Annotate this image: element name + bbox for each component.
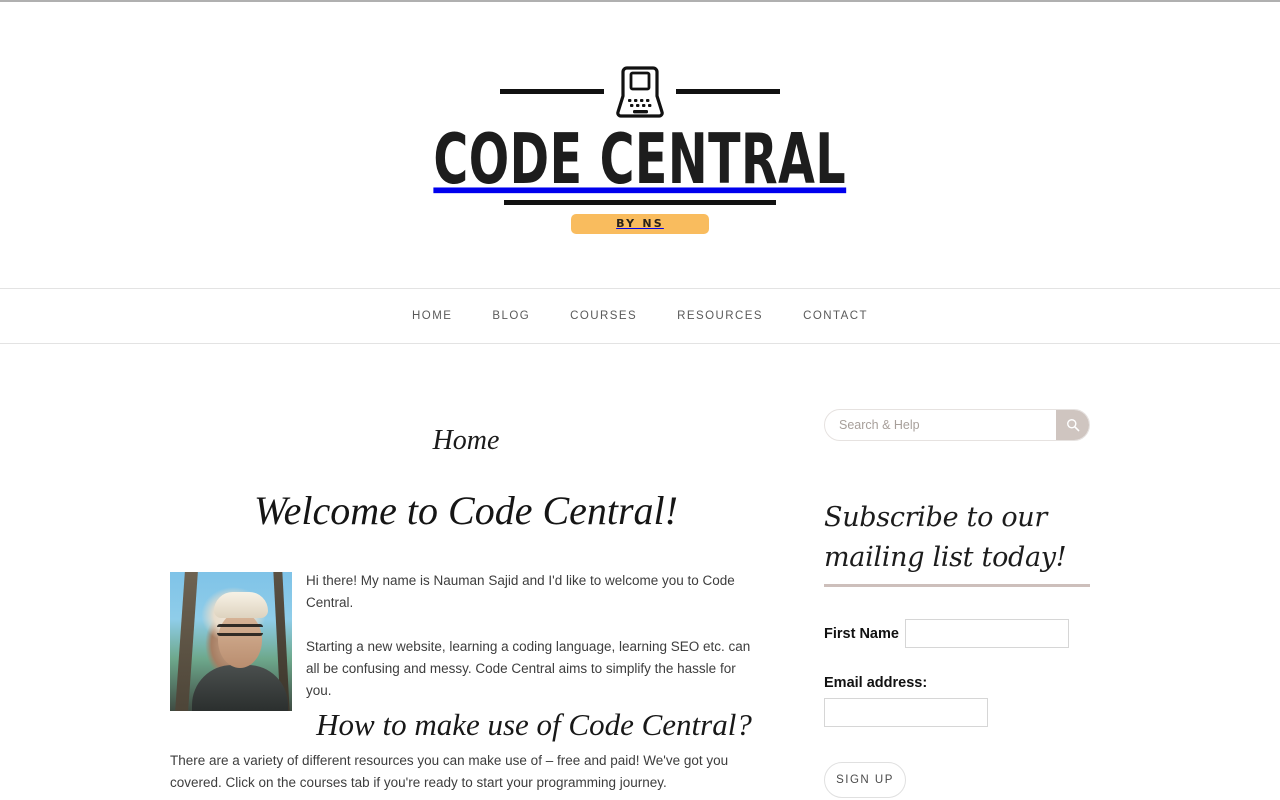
email-row: Email address:	[824, 675, 1090, 727]
search-icon	[1066, 419, 1079, 432]
page-title: Home	[432, 425, 500, 456]
nav-item-contact[interactable]: CONTACT	[783, 310, 888, 322]
main-navigation: HOME BLOG COURSES RESOURCES CONTACT	[0, 288, 1280, 344]
search-form	[824, 409, 1090, 441]
howto-paragraph: There are a variety of different resourc…	[170, 753, 729, 791]
howto-heading: How to make use of Code Central?	[316, 707, 752, 742]
nav-item-resources[interactable]: RESOURCES	[657, 310, 783, 322]
nav-item-blog[interactable]: BLOG	[472, 310, 550, 322]
logo-badge: BY NS	[571, 213, 709, 234]
subscribe-form: First Name Email address: SIGN UP	[824, 619, 1090, 798]
nav-list: HOME BLOG COURSES RESOURCES CONTACT	[392, 310, 888, 322]
site-logo[interactable]: CODE CENTRAL BY NS	[434, 63, 846, 234]
first-name-input[interactable]	[904, 619, 1069, 648]
photo-glasses	[217, 624, 263, 636]
first-name-label: First Name	[824, 625, 899, 642]
email-input[interactable]	[824, 698, 988, 727]
signup-button[interactable]: SIGN UP	[824, 762, 906, 798]
logo-rule-right	[676, 89, 780, 94]
logo-wordmark: CODE CENTRAL	[433, 118, 847, 200]
intro-block: Hi there! My name is Nauman Sajid and I'…	[170, 570, 762, 742]
photo-body	[192, 665, 288, 711]
nav-item-courses[interactable]: COURSES	[550, 310, 657, 322]
logo-icon-row	[490, 63, 790, 121]
subscribe-widget-rule	[824, 584, 1090, 587]
nav-item-home[interactable]: HOME	[392, 310, 472, 322]
photo-face	[218, 612, 262, 668]
author-photo	[170, 572, 292, 711]
retro-computer-icon	[616, 65, 664, 118]
site-header: CODE CENTRAL BY NS	[0, 2, 1280, 288]
page-root: CODE CENTRAL BY NS HOME BLOG COURSES RES…	[0, 0, 1280, 800]
photo-cap	[214, 592, 268, 618]
subscribe-widget-title: Subscribe to our mailing list today!	[824, 502, 1067, 573]
welcome-heading: Welcome to Code Central!	[253, 488, 678, 533]
main-content-column: Home Welcome to Code Central! Hi there! …	[170, 345, 762, 800]
search-input[interactable]	[825, 410, 1056, 440]
search-button[interactable]	[1056, 410, 1089, 440]
content-area: Home Welcome to Code Central! Hi there! …	[0, 345, 1280, 800]
sidebar: Subscribe to our mailing list today! Fir…	[824, 345, 1090, 798]
email-label: Email address:	[824, 675, 928, 691]
first-name-row: First Name	[824, 619, 1090, 648]
logo-rule-left	[500, 89, 604, 94]
